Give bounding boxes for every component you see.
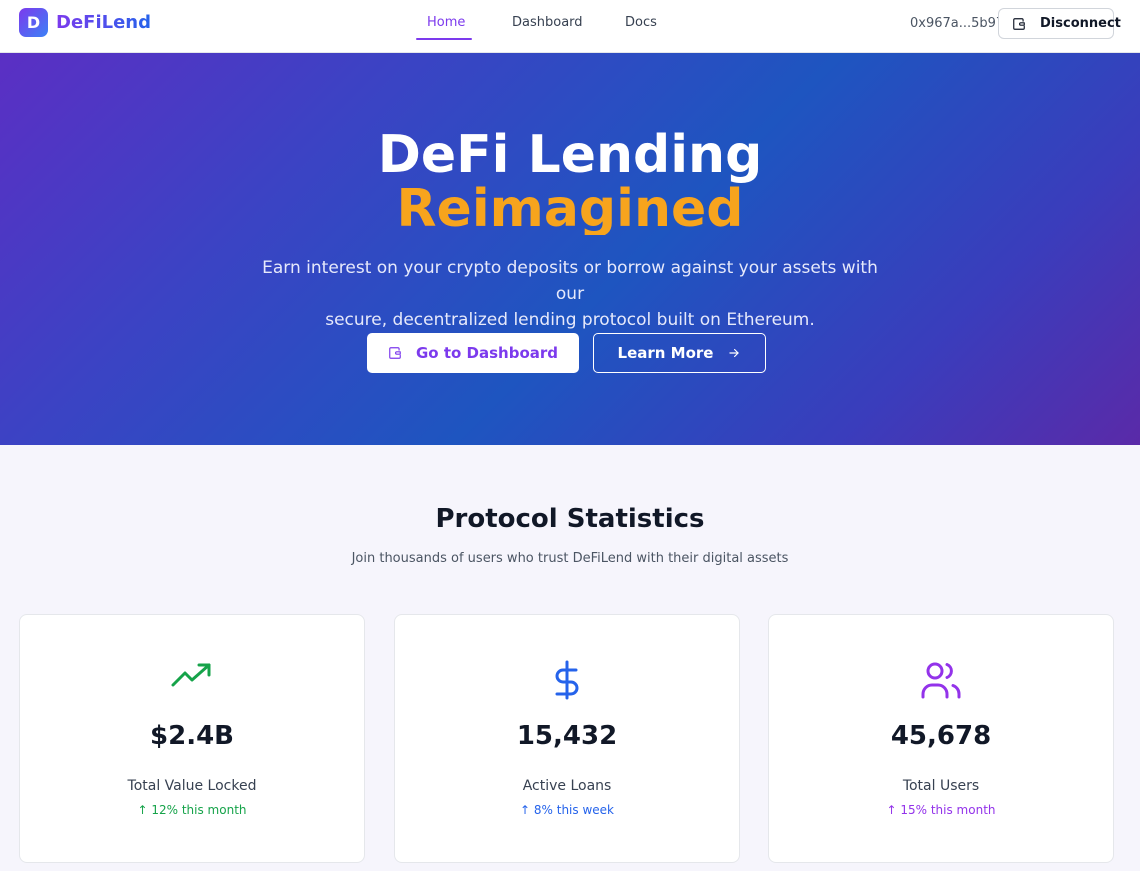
stat-value: 45,678	[890, 721, 992, 751]
stat-change: ↑ 8% this week	[520, 803, 614, 817]
disconnect-label: Disconnect	[1040, 16, 1121, 31]
brand-name: DeFiLend	[56, 12, 151, 33]
go-to-dashboard-button[interactable]: Go to Dashboard	[367, 333, 579, 373]
stat-label: Active Loans	[522, 778, 612, 794]
stat-label: Total Value Locked	[127, 778, 257, 794]
hero-subtitle-line-1: Earn interest on your crypto deposits or…	[262, 258, 878, 304]
top-navbar: D DeFiLend Home Dashboard Docs 0x967a...…	[0, 0, 1140, 53]
arrow-right-icon	[727, 346, 741, 360]
stat-change: ↑ 15% this month	[886, 803, 996, 817]
stat-label: Total Users	[902, 778, 980, 794]
stats-title: Protocol Statistics	[435, 504, 705, 534]
stat-value: $2.4B	[150, 721, 234, 751]
disconnect-button[interactable]: Disconnect	[998, 8, 1121, 39]
active-nav-indicator	[416, 38, 472, 40]
wallet-icon	[1012, 17, 1026, 31]
stat-card-tvl: $2.4B Total Value Locked ↑ 12% this mont…	[19, 614, 365, 863]
stats-subtitle: Join thousands of users who trust DeFiLe…	[351, 551, 789, 566]
brand-link[interactable]: D DeFiLend	[19, 8, 151, 37]
hero-title: DeFi Lending	[377, 125, 763, 185]
learn-more-button[interactable]: Learn More	[593, 333, 766, 373]
nav-link-dashboard[interactable]: Dashboard	[512, 15, 583, 30]
stat-card-active-loans: 15,432 Active Loans ↑ 8% this week	[394, 614, 740, 863]
stat-value: 15,432	[516, 721, 618, 751]
learn-more-label: Learn More	[617, 344, 714, 362]
nav-link-docs[interactable]: Docs	[625, 15, 657, 30]
hero-subtitle-line-2: secure, decentralized lending protocol b…	[325, 310, 815, 330]
hero-section: DeFi Lending Reimagined Earn interest on…	[0, 53, 1140, 445]
users-icon	[769, 660, 1113, 700]
hero-title-highlight: Reimagined	[396, 179, 744, 235]
stat-card-total-users: 45,678 Total Users ↑ 15% this month	[768, 614, 1114, 863]
trending-up-icon	[20, 660, 364, 690]
logo-icon: D	[19, 8, 48, 37]
nav-link-home[interactable]: Home	[427, 15, 465, 30]
hero-subtitle: Earn interest on your crypto deposits or…	[250, 255, 890, 333]
wallet-icon	[388, 346, 402, 360]
go-to-dashboard-label: Go to Dashboard	[415, 344, 559, 362]
stat-change: ↑ 12% this month	[137, 803, 247, 817]
dollar-icon	[395, 660, 739, 700]
wallet-address: 0x967a...5b97	[910, 16, 1005, 31]
